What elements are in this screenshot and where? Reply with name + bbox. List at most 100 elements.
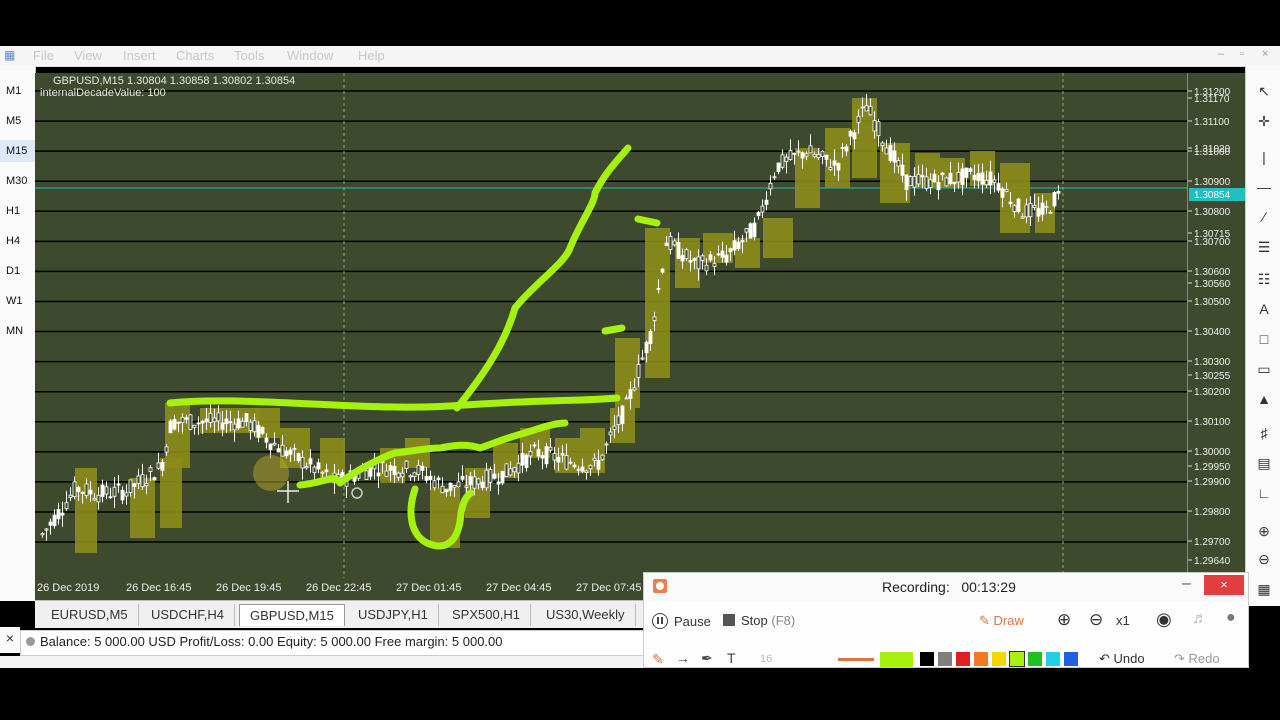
zoom-out-button[interactable]: ⊖ [1089, 610, 1103, 630]
horizontal-line-icon[interactable]: — [1255, 178, 1273, 196]
candlestick [316, 458, 321, 474]
tab-usdchf-h4[interactable]: USDCHF,H4 [141, 604, 235, 626]
crosshair-icon[interactable]: ✛ [1255, 112, 1273, 130]
candle-body [636, 363, 641, 378]
candle-body [984, 179, 989, 186]
arrow-marker-icon[interactable]: ▲ [1255, 390, 1273, 408]
webcam-icon[interactable]: ◉ [1156, 609, 1172, 630]
rectangle-icon[interactable]: ▭ [1255, 360, 1273, 378]
zoom-in-icon[interactable]: ⊕ [1255, 522, 1273, 540]
color-swatch-blue[interactable] [1064, 652, 1078, 666]
candle-body [300, 456, 305, 469]
color-swatch-orange[interactable] [974, 652, 988, 666]
draw-button[interactable]: ✎ Draw [979, 613, 1024, 629]
candle-body [840, 147, 845, 149]
timeframe-m1[interactable]: M1 [0, 80, 35, 102]
candle-body [600, 454, 605, 460]
auto-scroll-icon[interactable]: ∟ [1255, 484, 1273, 502]
timeframe-d1[interactable]: D1 [0, 260, 35, 282]
candle-body [256, 424, 261, 438]
menu-window[interactable]: Window [287, 48, 333, 63]
period-separator-icon[interactable]: ♯ [1255, 424, 1273, 442]
trendline-icon[interactable]: ∕ [1255, 208, 1273, 226]
font-size-field[interactable]: 16 [760, 653, 772, 665]
speaker-icon[interactable]: ♬ [1192, 610, 1208, 628]
menu-file[interactable]: File [33, 48, 54, 63]
time-tick-label: 26 Dec 19:45 [216, 582, 282, 594]
color-swatch-lime[interactable] [1009, 651, 1025, 667]
arrow-tool-icon[interactable]: → [676, 650, 690, 666]
pen-tool-icon[interactable]: ✎ [652, 651, 664, 668]
tab-eurusd-m5[interactable]: EURUSD,M5 [41, 604, 139, 626]
color-swatch-yellow[interactable] [992, 652, 1006, 666]
pause-button[interactable]: Pause [652, 613, 711, 629]
timeframe-h1[interactable]: H1 [0, 200, 35, 222]
candle-body [776, 162, 781, 173]
tab-spx500-h1[interactable]: SPX500,H1 [442, 604, 531, 626]
text-tool-icon[interactable]: T [727, 650, 736, 666]
restore-window-button[interactable]: ▫ [1240, 48, 1244, 60]
microphone-icon[interactable]: ● [1226, 609, 1236, 627]
timeframe-m15[interactable]: M15 [0, 140, 35, 162]
tab-usdjpy-h1[interactable]: USDJPY,H1 [348, 604, 439, 626]
timeframe-h4[interactable]: H4 [0, 230, 35, 252]
menu-tools[interactable]: Tools [234, 48, 264, 63]
candle-body [1032, 204, 1037, 208]
zoom-in-button[interactable]: ⊕ [1057, 610, 1071, 630]
timeframe-m5[interactable]: M5 [0, 110, 35, 132]
candle-body [44, 528, 49, 531]
grid-icon[interactable]: ▦ [1255, 580, 1273, 598]
close-window-button[interactable]: × [1262, 48, 1268, 60]
candle-body [752, 222, 757, 238]
candle-body [736, 241, 741, 250]
stop-label: Stop [741, 613, 768, 628]
text-label-icon[interactable]: □ [1255, 330, 1273, 348]
candle-body [468, 476, 473, 486]
candle-body [236, 418, 241, 429]
price-tick-label: 1.30400 [1194, 327, 1231, 338]
chart-type-icon[interactable]: ▤ [1255, 454, 1273, 472]
pointer-cursor-icon[interactable]: ↖ [1255, 82, 1273, 100]
zoom-out-icon[interactable]: ⊖ [1255, 550, 1273, 568]
highlighter-tool-icon[interactable]: ✒ [701, 650, 713, 667]
timeframe-w1[interactable]: W1 [0, 290, 35, 312]
balance-text: Balance: 5 000.00 USD Profit/Loss: 0.00 … [40, 634, 503, 649]
recorder-close-button[interactable]: × [1204, 575, 1244, 595]
vertical-line-icon[interactable]: | [1255, 148, 1273, 166]
color-swatch-black[interactable] [920, 652, 934, 666]
candle-body [724, 254, 729, 263]
candlestick [124, 484, 129, 505]
candle-body [728, 248, 733, 253]
candle-body [892, 150, 897, 163]
redo-button[interactable]: ↷ Redo [1174, 651, 1220, 667]
menu-help[interactable]: Help [358, 48, 385, 63]
price-axis[interactable]: 1.31200 1.31170 1.31100 1.31020 1.31000 1.309… [1187, 73, 1246, 578]
fibonacci-icon[interactable]: ☰ [1255, 238, 1273, 256]
recorder-minimize-button[interactable]: – [1182, 575, 1191, 593]
minimize-window-button[interactable]: – [1218, 48, 1224, 60]
menu-charts[interactable]: Charts [176, 48, 214, 63]
candlestick [188, 413, 193, 431]
candlestick [756, 211, 761, 220]
terminal-close-icon[interactable]: × [0, 627, 20, 653]
color-swatch-gray[interactable] [938, 652, 952, 666]
tab-gbpusd-m15[interactable]: GBPUSD,M15 [239, 604, 345, 626]
candle-body [908, 176, 913, 187]
stop-button[interactable]: Stop (F8) [723, 613, 795, 628]
candle-body [124, 492, 129, 497]
selected-color-swatch[interactable] [880, 652, 913, 667]
undo-button[interactable]: ↶ Undo [1099, 651, 1145, 667]
text-tool-icon[interactable]: A [1255, 300, 1273, 318]
channel-icon[interactable]: ☷ [1255, 270, 1273, 288]
menu-view[interactable]: View [74, 48, 102, 63]
candle-body [52, 514, 57, 527]
color-swatch-cyan[interactable] [1046, 652, 1060, 666]
timeframe-mn[interactable]: MN [0, 320, 35, 342]
timeframe-m30[interactable]: M30 [0, 170, 35, 192]
color-swatch-red[interactable] [956, 652, 970, 666]
menu-insert[interactable]: Insert [123, 48, 156, 63]
tab-us30-weekly[interactable]: US30,Weekly [536, 604, 636, 626]
color-swatch-green[interactable] [1028, 652, 1042, 666]
line-thickness-selector[interactable] [838, 658, 874, 661]
price-chart[interactable] [35, 73, 1187, 578]
